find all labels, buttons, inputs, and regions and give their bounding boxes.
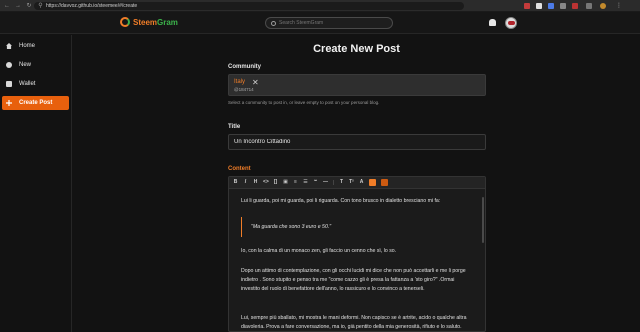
bold-icon[interactable]: B: [233, 180, 238, 185]
sidebar-item-new[interactable]: New: [2, 58, 69, 72]
logo[interactable]: SteemGram: [120, 17, 178, 27]
sidebar-item-label: New: [19, 62, 32, 68]
italic-icon[interactable]: I: [243, 180, 248, 185]
sidebar: Home New Wallet Create Post: [0, 35, 72, 332]
notification-bell-icon[interactable]: [489, 19, 496, 26]
quote-icon[interactable]: ❝: [313, 180, 318, 185]
new-icon: [6, 62, 12, 68]
markdown-editor[interactable]: B I H <> [] ▣ ≡ ☰ ❝ — T T² A Lui li guar…: [228, 176, 486, 332]
paragraph: Lui, sempre più sballato, mi mostra le m…: [241, 315, 467, 330]
title-label: Title: [228, 124, 241, 130]
app-header: SteemGram: [0, 12, 640, 34]
sidebar-item-label: Wallet: [19, 81, 36, 87]
extension-icon[interactable]: [524, 3, 530, 9]
preview-icon[interactable]: [381, 179, 388, 186]
close-icon[interactable]: ✕: [252, 79, 259, 87]
search-input[interactable]: [279, 20, 379, 26]
reload-icon[interactable]: ↻: [25, 2, 33, 10]
back-icon[interactable]: ←: [3, 2, 11, 10]
brand-first: Steem: [133, 17, 158, 27]
text-color-icon[interactable]: A: [359, 180, 364, 185]
sidebar-item-label: Create Post: [19, 100, 53, 106]
home-icon: [6, 43, 12, 49]
sidebar-item-home[interactable]: Home: [2, 39, 69, 53]
text-size-icon[interactable]: T: [339, 180, 344, 185]
sidebar-item-create-post[interactable]: Create Post: [2, 96, 69, 110]
logo-icon: [120, 17, 130, 27]
wallet-icon: [6, 81, 12, 87]
community-label: Community: [228, 64, 261, 70]
extension-icon[interactable]: [536, 3, 542, 9]
toolbar-divider: [333, 180, 334, 185]
search-bar[interactable]: [265, 17, 393, 29]
brand-second: Gram: [157, 17, 178, 27]
horizontal-rule-icon[interactable]: —: [323, 180, 328, 185]
extension-icon[interactable]: [548, 3, 554, 9]
community-selector[interactable]: Italy ✕ @184714: [228, 74, 486, 96]
profile-icon[interactable]: [600, 3, 606, 9]
code-icon[interactable]: <>: [263, 180, 269, 185]
blockquote: "Ma guarda che sono 3 euro e 50.": [241, 217, 473, 237]
forward-icon[interactable]: →: [14, 2, 22, 10]
sidebar-item-wallet[interactable]: Wallet: [2, 77, 69, 91]
address-bar[interactable]: ⚲ https://davvoz.github.io/steemee/#/cre…: [34, 2, 464, 10]
link-icon[interactable]: []: [273, 180, 278, 185]
editor-toolbar: B I H <> [] ▣ ≡ ☰ ❝ — T T² A: [229, 177, 485, 189]
menu-icon[interactable]: ⋮: [616, 3, 622, 9]
editor-scrollbar[interactable]: [482, 197, 484, 243]
search-icon: [271, 20, 276, 26]
sidebar-item-label: Home: [19, 43, 36, 49]
community-name: Italy: [234, 79, 246, 85]
extension-icon[interactable]: [560, 3, 566, 9]
browser-toolbar: ← → ↻ ⚲ https://davvoz.github.io/steemee…: [0, 0, 640, 12]
avatar[interactable]: [505, 17, 517, 29]
create-post-icon: [6, 100, 12, 106]
extension-icon[interactable]: [586, 3, 592, 9]
ordered-list-icon[interactable]: ☰: [303, 180, 308, 185]
extension-icon[interactable]: [572, 3, 578, 9]
paragraph: Dopo un attimo di contemplazione, con gl…: [241, 268, 466, 292]
url-text: https://davvoz.github.io/steemee/#/creat…: [46, 3, 138, 9]
split-view-icon[interactable]: [369, 179, 376, 186]
community-id: @184714: [234, 87, 254, 92]
site-info-icon[interactable]: ⚲: [38, 2, 43, 10]
page-title: Create New Post: [313, 43, 400, 55]
paragraph: Io, con la calma di un monaco zen, gli f…: [241, 248, 397, 254]
title-input[interactable]: [228, 134, 486, 150]
community-help-text: Select a community to post in, or leave …: [228, 100, 380, 105]
unordered-list-icon[interactable]: ≡: [293, 180, 298, 185]
superscript-icon[interactable]: T²: [349, 180, 354, 185]
heading-icon[interactable]: H: [253, 180, 258, 185]
paragraph: Lui li guarda, poi mi guarda, poi li rig…: [241, 198, 441, 204]
image-icon[interactable]: ▣: [283, 180, 288, 185]
main-content: Create New Post Community Italy ✕ @18471…: [73, 35, 640, 332]
content-label: Content: [228, 166, 251, 172]
